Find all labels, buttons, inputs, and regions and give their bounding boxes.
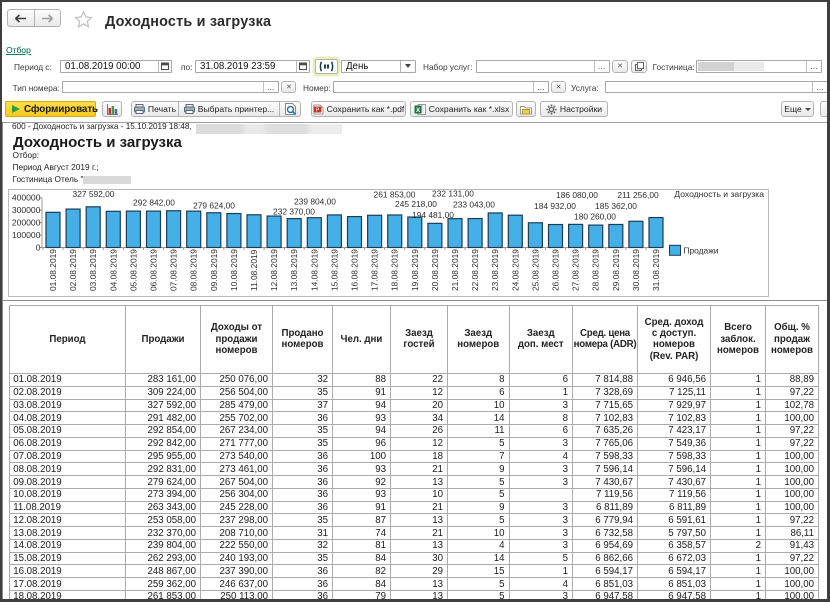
svg-text:29.08.2019: 29.08.2019 [611, 248, 621, 290]
svg-text:05.08.2019: 05.08.2019 [128, 248, 138, 290]
svg-text:X: X [416, 107, 421, 114]
svg-text:245 218,00: 245 218,00 [395, 199, 437, 209]
svg-text:07.08.2019: 07.08.2019 [169, 248, 179, 290]
svg-text:28.08.2019: 28.08.2019 [591, 248, 601, 290]
svg-text:194 481,00: 194 481,00 [412, 210, 454, 220]
svg-text:14.08.2019: 14.08.2019 [309, 248, 319, 290]
svg-text:200000: 200000 [12, 217, 41, 227]
svg-text:292 842,00: 292 842,00 [133, 197, 175, 207]
svg-text:03.08.2019: 03.08.2019 [88, 248, 98, 290]
svg-text:279 624,00: 279 624,00 [193, 200, 235, 210]
svg-text:31.08.2019: 31.08.2019 [651, 248, 661, 290]
svg-text:21.08.2019: 21.08.2019 [450, 248, 460, 290]
svg-text:18.08.2019: 18.08.2019 [390, 248, 400, 290]
svg-text:180 260,00: 180 260,00 [574, 211, 616, 221]
svg-text:13.08.2019: 13.08.2019 [289, 248, 299, 290]
svg-text:24.08.2019: 24.08.2019 [510, 248, 520, 290]
svg-text:184 932,00: 184 932,00 [534, 200, 576, 210]
svg-text:16.08.2019: 16.08.2019 [350, 248, 360, 290]
svg-text:02.08.2019: 02.08.2019 [68, 248, 78, 290]
svg-text:12.08.2019: 12.08.2019 [269, 248, 279, 290]
svg-text:26.08.2019: 26.08.2019 [551, 248, 561, 290]
svg-text:Доходность и загрузка: Доходность и загрузка [674, 189, 764, 199]
svg-text:100000: 100000 [12, 229, 41, 239]
svg-text:30.08.2019: 30.08.2019 [631, 248, 641, 290]
svg-text:17.08.2019: 17.08.2019 [370, 248, 380, 290]
svg-text:232 131,00: 232 131,00 [432, 189, 474, 199]
svg-text:11.08.2019: 11.08.2019 [249, 249, 259, 291]
svg-text:15.08.2019: 15.08.2019 [329, 248, 339, 290]
svg-text:09.08.2019: 09.08.2019 [209, 248, 219, 290]
svg-text:25.08.2019: 25.08.2019 [530, 248, 540, 290]
svg-text:232 370,00: 232 370,00 [273, 206, 315, 216]
svg-text:06.08.2019: 06.08.2019 [149, 248, 159, 290]
svg-text:27.08.2019: 27.08.2019 [571, 248, 581, 290]
svg-text:04.08.2019: 04.08.2019 [108, 248, 118, 290]
svg-text:186 080,00: 186 080,00 [556, 190, 598, 200]
svg-text:0: 0 [36, 242, 41, 252]
svg-text:327 592,00: 327 592,00 [73, 189, 115, 199]
svg-text:Продажи: Продажи [684, 245, 719, 255]
svg-text:20.08.2019: 20.08.2019 [430, 248, 440, 290]
svg-text:239 804,00: 239 804,00 [294, 196, 336, 206]
svg-text:23.08.2019: 23.08.2019 [490, 248, 500, 290]
svg-text:01.08.2019: 01.08.2019 [48, 248, 58, 290]
svg-text:22.08.2019: 22.08.2019 [470, 248, 480, 290]
svg-text:08.08.2019: 08.08.2019 [189, 248, 199, 290]
svg-text:261 853,00: 261 853,00 [374, 189, 416, 199]
svg-text:185 362,00: 185 362,00 [595, 200, 637, 210]
svg-text:400000: 400000 [12, 192, 41, 202]
svg-text:233 043,00: 233 043,00 [453, 199, 495, 209]
svg-text:211 256,00: 211 256,00 [617, 190, 659, 200]
svg-text:19.08.2019: 19.08.2019 [410, 248, 420, 290]
svg-text:300000: 300000 [12, 205, 41, 215]
svg-text:10.08.2019: 10.08.2019 [229, 248, 239, 290]
